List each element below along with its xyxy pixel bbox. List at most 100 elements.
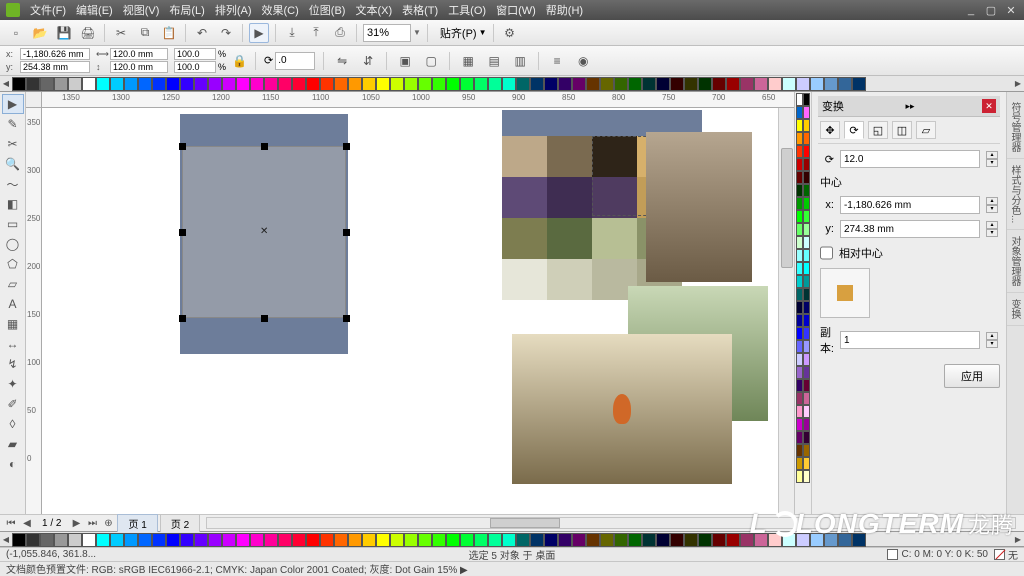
chevron-down-icon[interactable]: ▼ <box>413 28 421 37</box>
color-swatch[interactable] <box>278 77 292 91</box>
color-swatch[interactable] <box>656 77 670 91</box>
color-swatch[interactable] <box>796 262 803 275</box>
color-swatch[interactable] <box>586 77 600 91</box>
color-swatch[interactable] <box>796 249 803 262</box>
save-icon[interactable]: 💾 <box>54 23 74 43</box>
text-tool-icon[interactable]: A <box>2 294 24 314</box>
color-swatch[interactable] <box>796 184 803 197</box>
color-swatch[interactable] <box>236 533 250 547</box>
scrollbar-thumb[interactable] <box>781 148 793 268</box>
color-swatch[interactable] <box>250 533 264 547</box>
relative-center-checkbox[interactable] <box>820 244 833 262</box>
color-swatch[interactable] <box>432 533 446 547</box>
color-swatch[interactable] <box>796 106 803 119</box>
color-swatch[interactable] <box>418 533 432 547</box>
mirror-v-icon[interactable]: ⇵ <box>358 51 378 71</box>
color-swatch[interactable] <box>488 77 502 91</box>
selection-handle[interactable] <box>343 315 350 322</box>
color-swatch[interactable] <box>726 533 740 547</box>
color-swatch[interactable] <box>656 533 670 547</box>
color-swatch[interactable] <box>803 470 810 483</box>
color-swatch[interactable] <box>810 533 824 547</box>
color-swatch[interactable] <box>726 77 740 91</box>
color-swatch[interactable] <box>166 77 180 91</box>
color-swatch[interactable] <box>460 533 474 547</box>
basic-shapes-icon[interactable]: ▱ <box>2 274 24 294</box>
polygon-tool-icon[interactable]: ⬠ <box>2 254 24 274</box>
palette-left-icon[interactable]: ◀ <box>0 532 12 546</box>
color-swatch[interactable] <box>572 77 586 91</box>
side-tab-symbol-mgr[interactable]: 符号管理器 <box>1007 96 1024 159</box>
color-swatch[interactable] <box>803 457 810 470</box>
color-swatch[interactable] <box>222 77 236 91</box>
color-swatch[interactable] <box>803 431 810 444</box>
interactive-fill-icon[interactable]: ◐ <box>2 454 24 474</box>
publish-icon[interactable]: ⎙ <box>330 23 350 43</box>
color-swatch[interactable] <box>796 93 803 106</box>
snap-combo[interactable]: 贴齐(P) ▼ <box>440 25 487 41</box>
lock-ratio-icon[interactable]: 🔒 <box>232 54 247 68</box>
dimension-tool-icon[interactable]: ↔ <box>2 334 24 354</box>
color-swatch[interactable] <box>796 171 803 184</box>
color-swatch[interactable] <box>796 470 803 483</box>
color-swatch[interactable] <box>782 77 796 91</box>
color-swatch[interactable] <box>838 533 852 547</box>
color-swatch[interactable] <box>698 533 712 547</box>
selection-handle[interactable] <box>179 315 186 322</box>
color-swatch[interactable] <box>110 533 124 547</box>
color-swatch[interactable] <box>754 533 768 547</box>
palette-left-icon[interactable]: ◀ <box>0 76 12 91</box>
color-swatch[interactable] <box>803 171 810 184</box>
print-icon[interactable]: 🖨 <box>78 23 98 43</box>
ruler-origin[interactable] <box>26 92 42 108</box>
color-swatch[interactable] <box>796 119 803 132</box>
color-swatch[interactable] <box>796 418 803 431</box>
color-swatch[interactable] <box>376 77 390 91</box>
interactive-tool-icon[interactable]: ✦ <box>2 374 24 394</box>
color-swatch[interactable] <box>390 77 404 91</box>
color-swatch[interactable] <box>488 533 502 547</box>
color-swatch[interactable] <box>796 392 803 405</box>
menu-help[interactable]: 帮助(H) <box>546 2 583 18</box>
canvas[interactable]: ✕ <box>42 108 778 514</box>
color-swatch[interactable] <box>796 77 810 91</box>
color-swatch[interactable] <box>796 405 803 418</box>
color-swatch[interactable] <box>796 379 803 392</box>
side-tab-transform[interactable]: 变换 <box>1007 293 1024 326</box>
color-swatch[interactable] <box>82 77 96 91</box>
color-swatch[interactable] <box>474 77 488 91</box>
page-last-icon[interactable]: ⏭ <box>85 518 99 529</box>
color-swatch[interactable] <box>824 77 838 91</box>
color-swatch[interactable] <box>474 533 488 547</box>
color-swatch[interactable] <box>803 353 810 366</box>
color-swatch[interactable] <box>628 77 642 91</box>
color-swatch[interactable] <box>152 533 166 547</box>
scale-x-input[interactable] <box>174 48 216 60</box>
vertical-scrollbar[interactable] <box>778 108 794 514</box>
color-swatch[interactable] <box>180 533 194 547</box>
palette-right-icon[interactable]: ▶ <box>1012 76 1024 91</box>
horizontal-scrollbar[interactable] <box>206 517 1016 529</box>
color-swatch[interactable] <box>803 379 810 392</box>
apply-button[interactable]: 应用 <box>944 364 1000 388</box>
outline-tool-icon[interactable]: ◊ <box>2 414 24 434</box>
transform-position-icon[interactable]: ✥ <box>820 121 840 139</box>
color-swatch[interactable] <box>614 533 628 547</box>
color-swatch[interactable] <box>586 533 600 547</box>
color-swatch[interactable] <box>334 533 348 547</box>
color-swatch[interactable] <box>803 184 810 197</box>
color-swatch[interactable] <box>803 210 810 223</box>
selection-handle[interactable] <box>179 229 186 236</box>
color-swatch[interactable] <box>796 197 803 210</box>
color-swatch[interactable] <box>796 340 803 353</box>
color-swatch[interactable] <box>803 249 810 262</box>
color-swatch[interactable] <box>852 77 866 91</box>
page-add-icon[interactable]: ⊕ <box>101 518 115 529</box>
cut-icon[interactable]: ✂ <box>111 23 131 43</box>
page-tab-1[interactable]: 页 1 <box>117 514 157 532</box>
color-swatch[interactable] <box>236 77 250 91</box>
color-swatch[interactable] <box>166 533 180 547</box>
color-swatch[interactable] <box>110 77 124 91</box>
pick-tool-icon[interactable]: ▶ <box>2 94 24 114</box>
pos-y-input[interactable] <box>20 61 90 73</box>
